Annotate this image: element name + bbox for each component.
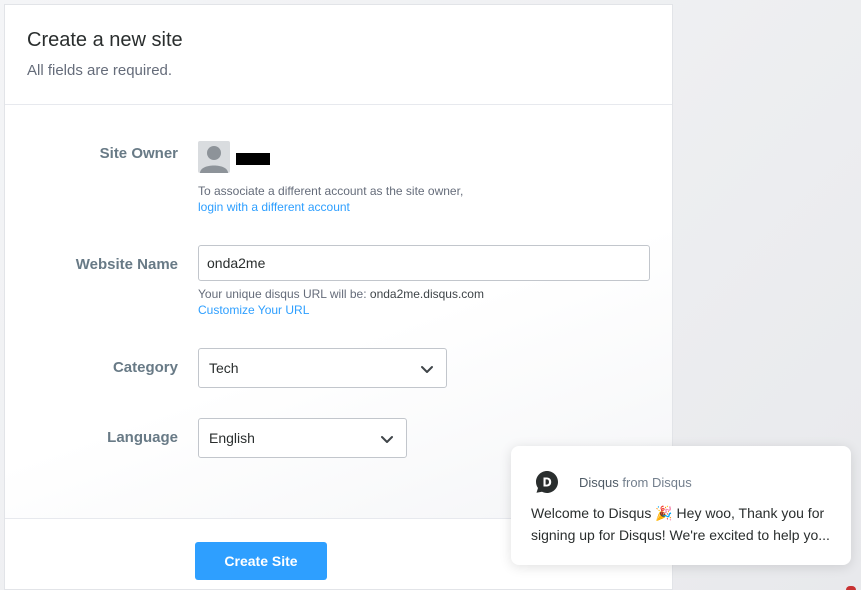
avatar-placeholder-icon bbox=[198, 141, 230, 173]
chat-message-text: Welcome to Disqus 🎉 Hey woo, Thank you f… bbox=[531, 502, 833, 546]
chat-sender-line: Disqus from Disqus bbox=[579, 475, 692, 490]
website-name-label: Website Name bbox=[75, 256, 178, 273]
language-selected-value: English bbox=[209, 430, 255, 446]
corner-notification-mark bbox=[846, 586, 856, 590]
category-selected-value: Tech bbox=[209, 360, 239, 376]
site-owner-label: Site Owner bbox=[99, 145, 178, 162]
page-subtitle: All fields are required. bbox=[27, 62, 173, 79]
chat-message-line-2: signing up for Disqus! We're excited to … bbox=[531, 527, 830, 543]
chat-message-line-1: Welcome to Disqus 🎉 Hey woo, Thank you f… bbox=[531, 505, 825, 521]
customize-url-link[interactable]: Customize Your URL bbox=[198, 303, 309, 317]
chevron-down-icon bbox=[421, 366, 433, 373]
disqus-url-prefix: Your unique disqus URL will be: bbox=[198, 287, 367, 301]
category-select[interactable]: Tech bbox=[198, 348, 447, 388]
website-name-input[interactable] bbox=[198, 245, 650, 281]
chat-from-text: from Disqus bbox=[622, 475, 692, 490]
owner-name-redacted bbox=[236, 153, 270, 165]
language-select[interactable]: English bbox=[198, 418, 407, 458]
create-site-button[interactable]: Create Site bbox=[195, 542, 327, 580]
disqus-url-help: Your unique disqus URL will be: onda2me.… bbox=[198, 287, 484, 301]
category-label: Category bbox=[112, 359, 178, 376]
disqus-logo-icon bbox=[536, 471, 558, 493]
different-account-link[interactable]: login with a different account bbox=[198, 200, 350, 214]
header-divider bbox=[5, 104, 672, 105]
chat-message-popup[interactable]: Disqus from Disqus Welcome to Disqus 🎉 H… bbox=[511, 446, 851, 565]
chat-sender-name: Disqus bbox=[579, 475, 619, 490]
page-title: Create a new site bbox=[27, 29, 183, 51]
language-label: Language bbox=[107, 429, 178, 446]
site-owner-help: To associate a different account as the … bbox=[198, 184, 464, 198]
chevron-down-icon bbox=[381, 436, 393, 443]
disqus-url-value: onda2me.disqus.com bbox=[369, 287, 484, 301]
